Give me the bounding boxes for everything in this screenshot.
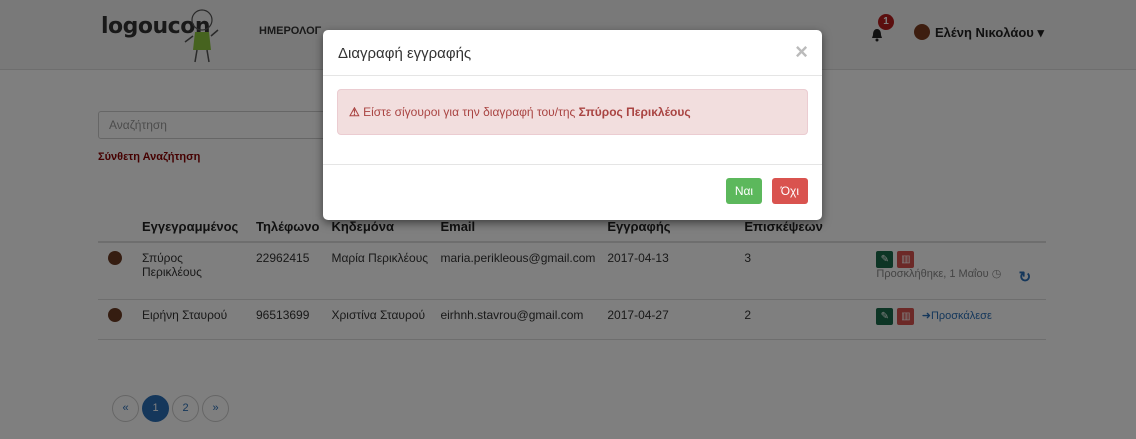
alert-message: Είστε σίγουροι για την διαγραφή του/της — [363, 105, 579, 119]
confirm-yes-button[interactable]: Ναι — [725, 178, 763, 204]
modal-header: Διαγραφή εγγραφής × — [323, 30, 822, 76]
modal-body: ⚠ Είστε σίγουροι για την διαγραφή του/τη… — [323, 76, 822, 165]
modal-title: Διαγραφή εγγραφής — [338, 45, 472, 62]
delete-confirm-modal: Διαγραφή εγγραφής × ⚠ Είστε σίγουροι για… — [323, 30, 822, 220]
alert-record-name: Σπύρος Περικλέους — [578, 105, 691, 119]
confirm-no-button[interactable]: Όχι — [771, 178, 808, 204]
close-icon[interactable]: × — [795, 39, 808, 65]
warning-icon: ⚠ — [349, 105, 360, 119]
delete-warning-alert: ⚠ Είστε σίγουροι για την διαγραφή του/τη… — [337, 89, 808, 135]
modal-footer: Ναι Όχι — [323, 165, 822, 217]
